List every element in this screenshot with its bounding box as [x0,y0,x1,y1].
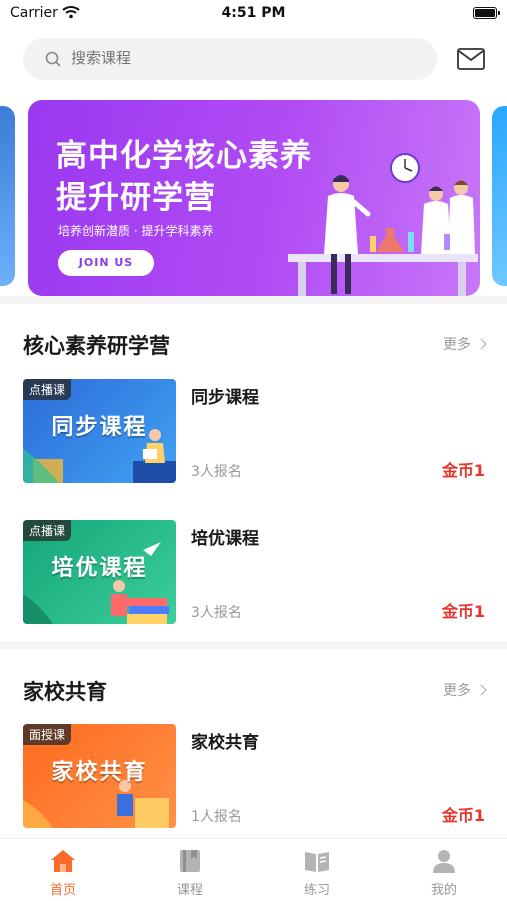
banner-subtitle: 培养创新潜质 · 提升学科素养 [58,224,214,238]
section-title-home-school: 家校共育 [23,680,107,704]
join-us-button[interactable]: JOIN US [58,250,154,276]
search-input[interactable] [71,49,411,67]
course-type-tag: 点播课 [23,379,72,400]
enrolled-count: 3人报名 [191,464,242,480]
course-price: 金币1 [441,806,485,825]
course-name: 家校共育 [191,733,259,753]
practice-book-icon [305,852,329,872]
lab-scientists-illustration [288,153,478,296]
more-label: 更多 [443,337,471,353]
course-name: 培优课程 [191,529,259,549]
more-link-home-school[interactable]: 更多 [443,680,487,700]
thumbnail-title: 同步课程 [51,415,148,440]
course-thumbnail[interactable]: 面授课 家校共育 [23,724,176,828]
course-type-tag: 面授课 [23,724,72,745]
banner-peek-previous[interactable] [0,106,15,286]
chevron-right-icon [475,684,487,696]
clock: 4:51 PM [221,5,286,21]
battery-icon [473,7,500,19]
tab-label: 课程 [176,883,203,898]
course-thumbnail[interactable]: 点播课 培优课程 [23,520,176,624]
course-name: 同步课程 [191,388,259,408]
tab-practice[interactable]: 练习 [254,839,380,901]
search-bar[interactable] [23,38,437,80]
section-divider [0,296,507,304]
mail-icon[interactable] [457,48,485,70]
tab-label: 我的 [430,883,457,898]
thumbnail-title: 家校共育 [51,760,148,785]
tab-profile[interactable]: 我的 [381,839,507,901]
enrolled-count: 3人报名 [191,605,242,621]
bottom-tab-bar: 首页 课程 练习 我的 [0,838,507,901]
profile-icon [433,850,455,873]
home-icon [51,850,75,872]
course-price: 金币1 [441,461,485,480]
course-type-tag: 点播课 [23,520,72,541]
banner-carousel[interactable]: 高中化学核心素养 提升研学营 培养创新潜质 · 提升学科素养 JOIN US [0,96,507,296]
course-price: 金币1 [441,602,485,621]
section-title-core-camp: 核心素养研学营 [23,334,170,358]
more-label: 更多 [443,683,471,699]
course-thumbnail[interactable]: 点播课 同步课程 [23,379,176,483]
course-book-icon [180,850,200,872]
search-icon [45,51,61,67]
course-item-home-school[interactable]: 面授课 家校共育 家校共育 1人报名 金币1 [0,724,507,828]
chevron-right-icon [475,338,487,350]
banner-slide[interactable]: 高中化学核心素养 提升研学营 培养创新潜质 · 提升学科素养 JOIN US [28,100,480,296]
course-item-sync[interactable]: 点播课 同步课程 同步课程 3人报名 金币1 [0,379,507,483]
course-item-advanced[interactable]: 点播课 培优课程 培优课程 3人报名 金币1 [0,520,507,624]
more-link-core-camp[interactable]: 更多 [443,334,487,354]
tab-courses[interactable]: 课程 [127,839,253,901]
banner-peek-next[interactable] [492,106,507,286]
thumbnail-title: 培优课程 [51,556,148,581]
tab-home[interactable]: 首页 [0,839,126,901]
section-divider [0,641,507,649]
status-bar: Carrier 4:51 PM [0,0,507,30]
enrolled-count: 1人报名 [191,809,242,825]
tab-label: 首页 [49,883,76,898]
tab-label: 练习 [303,883,330,898]
